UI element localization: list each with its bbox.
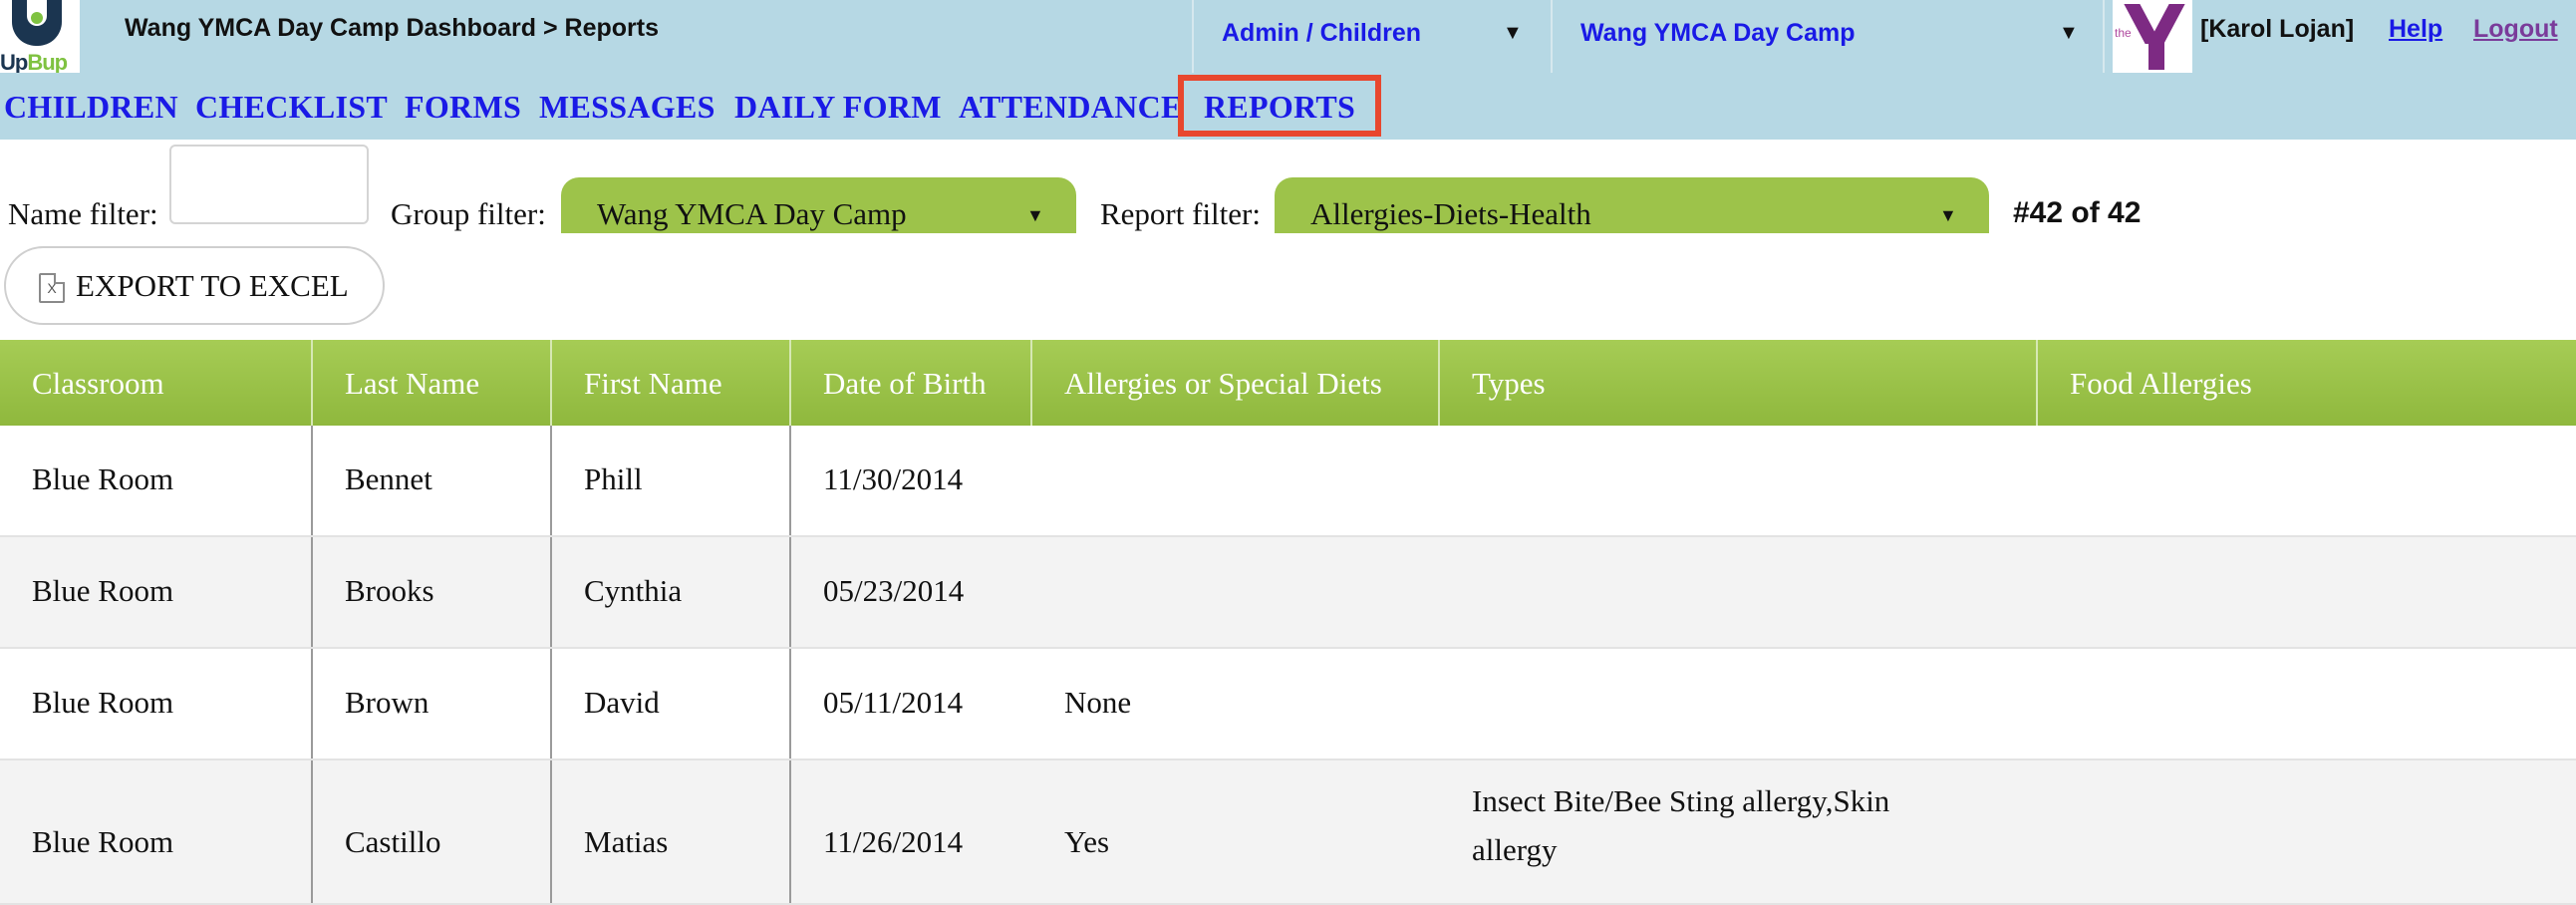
caret-down-icon: ▼: [1503, 22, 1523, 44]
column-header-allergies-diets[interactable]: Allergies or Special Diets: [1032, 340, 1440, 426]
cell-types: Insect Bite/Bee Sting allergy,Skin aller…: [1472, 783, 1890, 867]
column-header-classroom[interactable]: Classroom: [0, 340, 313, 426]
caret-down-icon: ▼: [1026, 205, 1044, 225]
cell-first-name: Phill: [552, 426, 791, 535]
table-header: Classroom Last Name First Name Date of B…: [0, 340, 2576, 426]
excel-file-icon: X: [39, 273, 65, 303]
nav-messages[interactable]: MESSAGES: [539, 89, 716, 126]
group-filter-select[interactable]: Wang YMCA Day Camp ▼: [561, 177, 1076, 233]
name-filter-label: Name filter:: [8, 196, 158, 231]
cell-last-name: Bennet: [313, 426, 552, 535]
column-header-types[interactable]: Types: [1440, 340, 2038, 426]
cell-allergies-diets: None: [1064, 685, 1132, 720]
nav-reports-label: REPORTS: [1204, 89, 1356, 125]
cell-allergies-diets: [1032, 537, 1440, 647]
camp-select-value: Wang YMCA Day Camp: [1580, 19, 1856, 47]
report-filter-label: Report filter:: [1100, 196, 1261, 231]
cell-first-name: Matias: [552, 760, 791, 903]
cell-date-of-birth: 05/23/2014: [823, 573, 965, 608]
nav-children[interactable]: CHILDREN: [4, 89, 178, 126]
cell-types: [1440, 426, 2038, 535]
cell-types: [1440, 537, 2038, 647]
cell-last-name: Castillo: [313, 760, 552, 903]
export-button-label: EXPORT TO EXCEL: [76, 268, 349, 303]
report-filter-select[interactable]: Allergies-Diets-Health ▼: [1275, 177, 1989, 233]
cell-date-of-birth: 11/26/2014: [823, 824, 964, 859]
user-name: [Karol Lojan]: [2200, 15, 2355, 43]
report-filter-value: Allergies-Diets-Health: [1310, 196, 1591, 231]
column-header-date-of-birth[interactable]: Date of Birth: [791, 340, 1032, 426]
cell-allergies-diets: [1032, 426, 1440, 535]
camp-select[interactable]: Wang YMCA Day Camp ▼: [1551, 0, 2105, 73]
logout-link[interactable]: Logout: [2473, 15, 2558, 44]
nav-forms[interactable]: FORMS: [405, 89, 521, 126]
top-header: UpBup Wang YMCA Day Camp Dashboard > Rep…: [0, 0, 2576, 75]
help-link[interactable]: Help: [2389, 15, 2442, 44]
cell-food-allergies: [2038, 649, 2576, 758]
table-row: Blue Room Castillo Matias 11/26/2014 Yes…: [0, 760, 2576, 905]
record-count: #42 of 42: [2013, 196, 2142, 229]
caret-down-icon: ▼: [2059, 22, 2079, 44]
table-row: Blue Room Bennet Phill 11/30/2014: [0, 426, 2576, 537]
column-header-food-allergies[interactable]: Food Allergies: [2038, 340, 2576, 426]
cell-last-name: Brown: [313, 649, 552, 758]
export-to-excel-button[interactable]: X EXPORT TO EXCEL: [4, 246, 385, 325]
cell-classroom: Blue Room: [0, 537, 313, 647]
main-nav: CHILDREN CHECKLIST FORMS MESSAGES DAILY …: [0, 73, 2576, 140]
upbup-logo[interactable]: UpBup: [0, 0, 80, 75]
cell-classroom: Blue Room: [0, 426, 313, 535]
ymca-logo: the: [2113, 0, 2192, 73]
cell-first-name: Cynthia: [552, 537, 791, 647]
nav-reports[interactable]: REPORTS: [1178, 75, 1382, 137]
cell-date-of-birth: 05/11/2014: [823, 685, 964, 720]
caret-down-icon: ▼: [1939, 205, 1957, 225]
name-filter-input[interactable]: [169, 145, 369, 224]
cell-allergies-diets: Yes: [1064, 824, 1110, 859]
role-select-value: Admin / Children: [1222, 19, 1421, 47]
cell-food-allergies: [2038, 426, 2576, 535]
ymca-logo-text: the: [2115, 26, 2132, 40]
table-row: Blue Room Brooks Cynthia 05/23/2014: [0, 537, 2576, 649]
nav-checklist[interactable]: CHECKLIST: [195, 89, 388, 126]
cell-types: [1440, 649, 2038, 758]
nav-attendance[interactable]: ATTENDANCE: [959, 89, 1183, 126]
breadcrumb: Wang YMCA Day Camp Dashboard > Reports: [125, 14, 659, 42]
table-row: Blue Room Brown David 05/11/2014 None: [0, 649, 2576, 760]
group-filter-label: Group filter:: [391, 196, 546, 231]
cell-food-allergies: [2038, 760, 2576, 903]
nav-daily-form[interactable]: DAILY FORM: [734, 89, 942, 126]
column-header-last-name[interactable]: Last Name: [313, 340, 552, 426]
cell-classroom: Blue Room: [0, 760, 313, 903]
cell-last-name: Brooks: [313, 537, 552, 647]
cell-date-of-birth: 11/30/2014: [823, 461, 964, 496]
column-header-first-name[interactable]: First Name: [552, 340, 791, 426]
cell-classroom: Blue Room: [0, 649, 313, 758]
role-select[interactable]: Admin / Children ▼: [1192, 0, 1549, 73]
cell-food-allergies: [2038, 537, 2576, 647]
cell-first-name: David: [552, 649, 791, 758]
group-filter-value: Wang YMCA Day Camp: [597, 196, 907, 231]
